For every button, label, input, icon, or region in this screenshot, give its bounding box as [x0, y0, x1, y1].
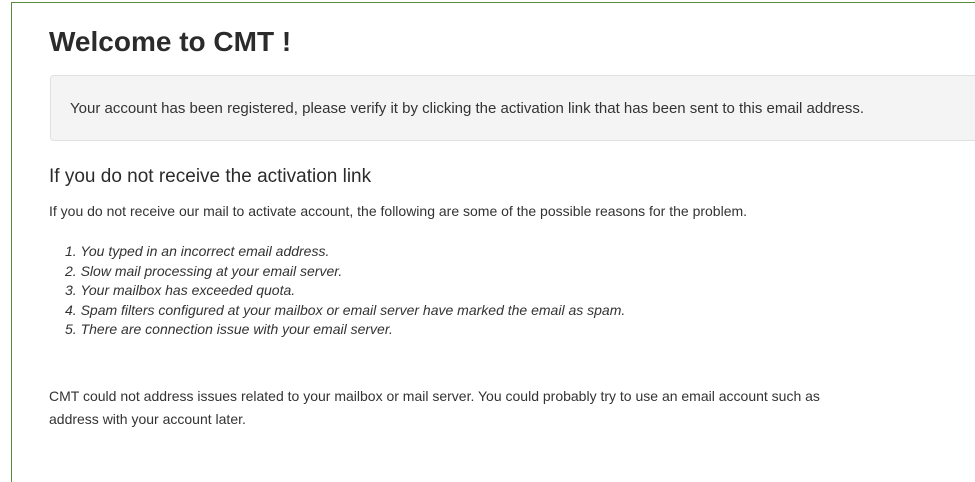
list-item-text: Spam filters configured at your mailbox … — [80, 301, 626, 318]
reasons-list: 1. You typed in an incorrect email addre… — [49, 242, 625, 340]
list-item-text: You typed in an incorrect email address. — [80, 243, 330, 259]
list-item-text: Your mailbox has exceeded quota. — [80, 282, 296, 298]
intro-text: If you do not receive our mail to activa… — [49, 203, 748, 219]
section-heading: If you do not receive the activation lin… — [49, 166, 372, 187]
list-item-number: 5. — [65, 321, 77, 337]
list-item: 5. There are connection issue with your … — [49, 320, 625, 340]
footer-line-1: CMT could not address issues related to … — [49, 388, 820, 404]
page-title: Welcome to CMT ! — [49, 26, 292, 57]
list-item-number: 3. — [65, 282, 77, 298]
alert-message: Your account has been registered, please… — [70, 100, 865, 117]
list-item: 3. Your mailbox has exceeded quota. — [49, 281, 625, 301]
registration-alert: Your account has been registered, please… — [50, 75, 975, 141]
list-item: 1. You typed in an incorrect email addre… — [49, 242, 625, 262]
list-item-text: There are connection issue with your ema… — [80, 321, 393, 337]
footer-text: CMT could not address issues related to … — [49, 385, 975, 431]
list-item: 2. Slow mail processing at your email se… — [49, 262, 625, 282]
list-item: 4. Spam filters configured at your mailb… — [49, 301, 625, 321]
footer-line-2: address with your account later. — [49, 411, 246, 427]
list-item-number: 2. — [65, 262, 77, 279]
list-item-number: 1. — [65, 243, 77, 259]
list-item-text: Slow mail processing at your email serve… — [80, 262, 343, 279]
list-item-number: 4. — [65, 301, 77, 318]
